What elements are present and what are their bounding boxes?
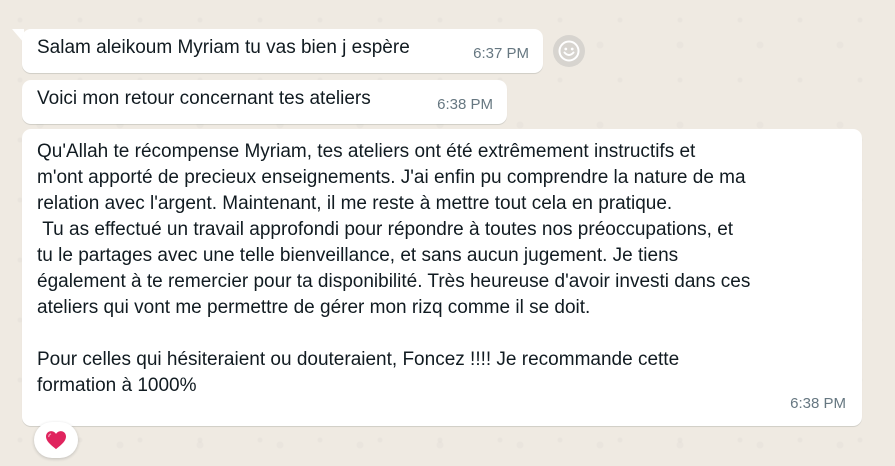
smiley-icon <box>558 40 580 62</box>
incoming-message[interactable]: Salam aleikoum Myriam tu vas bien j espè… <box>22 29 543 73</box>
message-timestamp: 6:37 PM <box>473 45 529 62</box>
message-timestamp: 6:38 PM <box>790 395 846 412</box>
message-text: Qu'Allah te récompense Myriam, tes ateli… <box>37 141 751 396</box>
heart-icon <box>46 431 66 450</box>
message-reaction[interactable] <box>34 422 78 458</box>
emoji-reaction-button[interactable] <box>553 35 585 67</box>
message-timestamp: 6:38 PM <box>437 96 493 113</box>
incoming-message[interactable]: Qu'Allah te récompense Myriam, tes ateli… <box>22 129 862 426</box>
message-text: Voici mon retour concernant tes ateliers <box>37 88 371 109</box>
message-text: Salam aleikoum Myriam tu vas bien j espè… <box>37 37 410 58</box>
incoming-message[interactable]: Voici mon retour concernant tes ateliers… <box>22 80 507 124</box>
